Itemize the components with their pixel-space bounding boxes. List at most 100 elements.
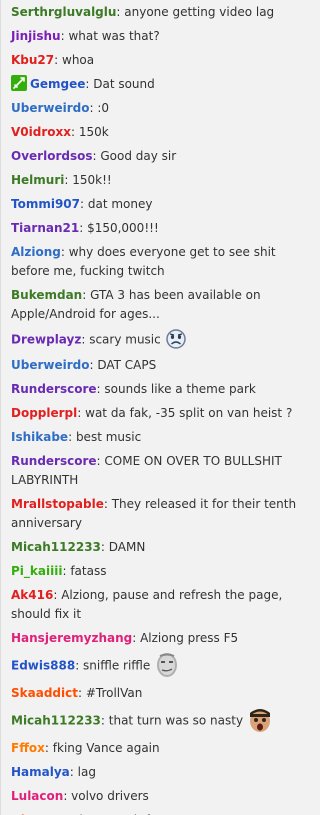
- chat-username[interactable]: Drewplayz: [11, 332, 81, 346]
- chat-message-text: lag: [77, 764, 96, 779]
- chat-username[interactable]: Ishikabe: [11, 430, 68, 444]
- chat-username[interactable]: Pi_kaiiii: [11, 564, 62, 578]
- chat-username[interactable]: Fffox: [11, 741, 45, 755]
- chat-username[interactable]: Hansjeremyzhang: [11, 631, 132, 645]
- chat-username[interactable]: V0idroxx: [11, 125, 71, 139]
- chat-username[interactable]: Kbu27: [11, 53, 54, 67]
- chat-username[interactable]: Dopplerpl: [11, 406, 77, 420]
- chat-message-text: Good day sir: [100, 148, 177, 163]
- chat-message-text: wat da fak, -35 split on van heist ?: [85, 405, 293, 420]
- colon-separator: :: [100, 713, 109, 727]
- chat-message-text: sounds like a theme park: [104, 381, 256, 396]
- kappa-face-emote-icon: [154, 652, 180, 678]
- chat-line: Overlordsos: Good day sir: [11, 144, 314, 168]
- chat-line: Uberweirdo: DAT CAPS: [11, 353, 314, 377]
- chat-username[interactable]: Micah112233: [11, 540, 101, 554]
- colon-separator: :: [82, 287, 91, 302]
- chat-username[interactable]: Mrallstopable: [11, 497, 104, 511]
- colon-separator: :: [63, 788, 72, 803]
- chat-username[interactable]: Overlordsos: [11, 149, 92, 163]
- chat-message-text: Alziong press F5: [140, 630, 239, 645]
- colon-separator: :: [77, 405, 86, 420]
- chat-message-text: that turn was so nasty: [108, 713, 244, 727]
- colon-separator: :: [53, 587, 62, 602]
- chat-line: Kbu27: whoa: [11, 48, 314, 72]
- chat-line: V0idroxx: 150k: [11, 120, 314, 144]
- colon-separator: :: [100, 539, 109, 554]
- chat-username[interactable]: Serthrgluvalglu: [11, 5, 116, 19]
- chat-line: Uberweirdo: :0: [11, 96, 314, 120]
- chat-username[interactable]: Lulacon: [11, 789, 63, 803]
- chat-message-text: scary music: [89, 332, 161, 346]
- chat-line: Micah112233: that turn was so nasty: [11, 705, 314, 736]
- chat-message-text: #TrollVan: [85, 685, 143, 700]
- chat-line: Alziong: why does everyone get to see sh…: [11, 240, 314, 283]
- chat-message-text: dat money: [87, 196, 153, 211]
- chat-line: Tiarnan21: $150,000!!!: [11, 216, 314, 240]
- chat-line: Ak416: Alziong, pause and refresh the pa…: [11, 583, 314, 626]
- chat-line: Micah112233: DAMN: [11, 535, 314, 559]
- chat-username[interactable]: Micah112233: [11, 713, 101, 727]
- chat-line: Hansjeremyzhang: Alziong press F5: [11, 626, 314, 650]
- chat-username[interactable]: Jinjishu: [11, 29, 61, 43]
- chat-username[interactable]: Skaaddict: [11, 686, 78, 700]
- chat-line: Edwis888: sniffle riffle: [11, 650, 314, 681]
- chat-message-text: volvo drivers: [71, 788, 149, 803]
- chat-line: Serthrgluvalglu: anyone getting video la…: [11, 0, 314, 24]
- colon-separator: :: [132, 630, 141, 645]
- colon-separator: :: [77, 685, 86, 700]
- chat-message-text: fking Vance again: [52, 740, 160, 755]
- chat-username[interactable]: Tiarnan21: [11, 221, 79, 235]
- chat-message-text: fatass: [70, 563, 107, 578]
- chat-line: Fffox: fking Vance again: [11, 736, 314, 760]
- chat-username[interactable]: Ak416: [11, 588, 53, 602]
- chat-message-text: Dat sound: [93, 76, 155, 91]
- chat-message-text: best music: [75, 429, 142, 444]
- chat-line: Bukemdan: GTA 3 has been available on Ap…: [11, 283, 314, 326]
- chat-message-list: Serthrgluvalglu: anyone getting video la…: [0, 0, 318, 815]
- chat-line: Ubererer: i cant wait for gtaV: [11, 808, 314, 815]
- chat-line: Drewplayz: scary music: [11, 326, 314, 353]
- chat-line: Pi_kaiiii: fatass: [11, 559, 314, 583]
- chat-message-text: $150,000!!!: [87, 220, 159, 235]
- chat-message-text: DAMN: [108, 539, 146, 554]
- chat-line: Tommi907: dat money: [11, 192, 314, 216]
- chat-line: Helmuri: 150k!!: [11, 168, 314, 192]
- chat-message-text: whoa: [62, 52, 95, 67]
- chat-username[interactable]: Helmuri: [11, 173, 64, 187]
- chat-username[interactable]: Gemgee: [30, 77, 85, 91]
- chat-username[interactable]: Edwis888: [11, 658, 75, 672]
- sad-face-emote-icon: [165, 328, 187, 350]
- chat-line: Ishikabe: best music: [11, 425, 314, 449]
- colon-separator: :: [69, 764, 78, 779]
- chat-line: Skaaddict: #TrollVan: [11, 681, 314, 705]
- colon-separator: :: [79, 220, 88, 235]
- chat-username[interactable]: Hamalya: [11, 765, 70, 779]
- chat-message-text: what was that?: [68, 28, 160, 43]
- chat-username[interactable]: Bukemdan: [11, 288, 82, 302]
- chat-line: Lulacon: volvo drivers: [11, 784, 314, 808]
- chat-line: Runderscore: sounds like a theme park: [11, 377, 314, 401]
- chat-username[interactable]: Uberweirdo: [11, 358, 89, 372]
- colon-separator: :: [103, 496, 112, 511]
- chat-username[interactable]: Tommi907: [11, 197, 80, 211]
- colon-separator: :: [68, 429, 76, 444]
- colon-separator: :: [80, 196, 88, 211]
- chat-message-text: 150k!!: [72, 172, 112, 187]
- chat-line: Dopplerpl: wat da fak, -35 split on van …: [11, 401, 314, 425]
- moderator-sword-icon[interactable]: [11, 75, 27, 91]
- chat-username[interactable]: Alziong: [11, 245, 61, 259]
- colon-separator: :: [54, 52, 62, 67]
- colon-separator: :: [75, 658, 84, 672]
- chat-message-text: DAT CAPS: [97, 357, 157, 372]
- chat-line: Hamalya: lag: [11, 760, 314, 784]
- chat-username[interactable]: Uberweirdo: [11, 101, 89, 115]
- chat-message-text: :0: [97, 100, 110, 115]
- chat-message-text: sniffle riffle: [83, 658, 151, 672]
- chat-username[interactable]: Runderscore: [11, 382, 97, 396]
- chat-username[interactable]: Runderscore: [11, 454, 97, 468]
- chat-line: Mrallstopable: They released it for thei…: [11, 492, 314, 535]
- chat-line: Gemgee: Dat sound: [11, 72, 314, 96]
- colon-separator: :: [60, 244, 69, 259]
- chat-line: Runderscore: COME ON OVER TO BULLSHIT LA…: [11, 449, 314, 492]
